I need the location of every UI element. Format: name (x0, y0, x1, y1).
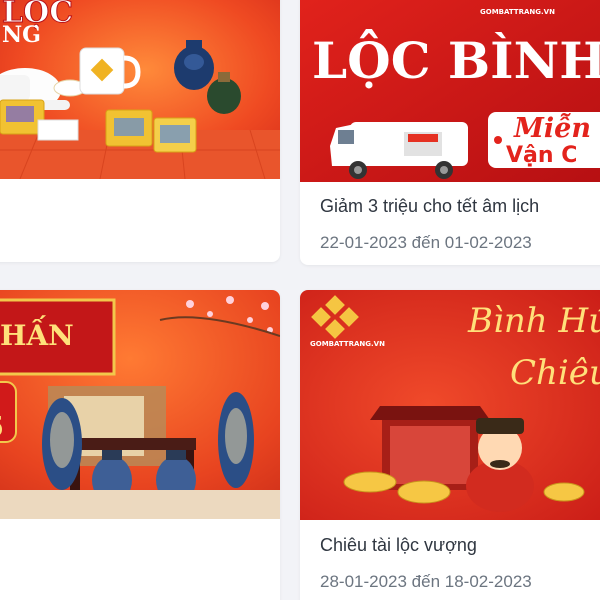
free-shipping-ribbon: Miễn Vận C (488, 111, 600, 168)
promotion-banner-3[interactable]: HẤN n 6 (0, 290, 280, 519)
promotion-banner-4[interactable]: GOMBATTRANG.VN Bình Hú Chiêu (300, 290, 600, 520)
promotion-card-1[interactable]: LỘC NG GOMBATTRANG.V (0, 0, 280, 262)
promotion-date-range-2: 22-01-2023 đến 01-02-2023 (320, 233, 532, 252)
promotion-date-range-4: 28-01-2023 đến 18-02-2023 (320, 572, 532, 591)
banner-headline: HẤN (0, 315, 74, 352)
promotion-banner-image-4: GOMBATTRANG.VN Bình Hú Chiêu (300, 290, 600, 520)
promotion-card-2[interactable]: GOMBATTRANG.VN LỘC BÌNH Miễn Vận C Giảm … (300, 0, 600, 265)
promotion-title-4[interactable]: Chiêu tài lộc vượng (320, 535, 477, 556)
promotion-banner-1[interactable]: LỘC NG GOMBATTRANG.V (0, 0, 280, 179)
banner-logo-text: GOMBATTRANG.VN (310, 340, 385, 348)
promotion-banner-image-2: GOMBATTRANG.VN LỘC BÌNH Miễn Vận C (300, 0, 600, 182)
banner-logo-text: GOMBATTRANG.VN (480, 8, 555, 16)
ribbon-line-2: Vận C (506, 143, 577, 168)
promotion-banner-2[interactable]: GOMBATTRANG.VN LỘC BÌNH Miễn Vận C (300, 0, 600, 182)
banner-headline: LỘC BÌNH (312, 28, 600, 90)
promotion-title-2[interactable]: Giảm 3 triệu cho tết âm lịch (320, 196, 539, 217)
banner-headline-line-2: Chiêu (510, 353, 600, 393)
promotion-card-3[interactable]: HẤN n 6 (0, 290, 280, 600)
ribbon-line-1: Miễn (513, 111, 591, 144)
badge-number: 6 (0, 410, 3, 443)
banner-headline-bottom: NG (2, 22, 41, 48)
promotion-banner-image-1: LỘC NG GOMBATTRANG.V (0, 0, 280, 179)
banner-headline-line-1: Bình Hú (467, 301, 600, 341)
promotion-card-4[interactable]: GOMBATTRANG.VN Bình Hú Chiêu (300, 290, 600, 600)
promotion-banner-image-3: HẤN n 6 (0, 290, 280, 519)
